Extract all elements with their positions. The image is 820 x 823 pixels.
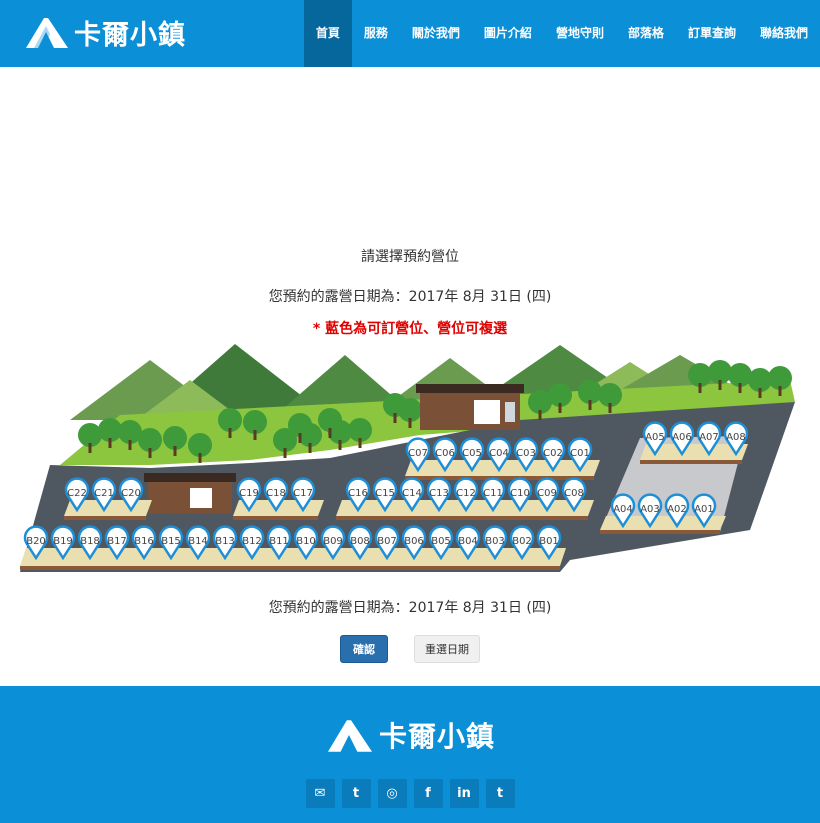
site-label: C20	[121, 488, 141, 499]
booking-date-bottom: 您預約的露營日期為：2017年 8月 31日 (四)	[268, 600, 552, 616]
site-label: B16	[134, 536, 154, 547]
tent-logo-icon	[327, 720, 373, 752]
site-label: C18	[266, 488, 286, 499]
site-label: C06	[435, 448, 455, 459]
site-label: B08	[350, 536, 370, 547]
restroom-building-lower	[144, 473, 236, 514]
social-links: ✉ t ◎ f in t	[0, 779, 820, 808]
footer-logo-text: 卡爾小鎮	[378, 720, 495, 753]
site-label: B19	[53, 536, 73, 547]
nav-about[interactable]: 關於我們	[400, 0, 472, 67]
site-logo[interactable]: 卡爾小鎮	[24, 12, 186, 52]
site-label: C15	[375, 488, 395, 499]
footer-logo[interactable]: 卡爾小鎮	[0, 714, 820, 756]
twitter-icon[interactable]: t	[341, 779, 371, 808]
tent-logo-icon	[26, 18, 68, 48]
action-buttons: 確認 重選日期	[0, 635, 820, 663]
site-label: C03	[516, 448, 536, 459]
confirm-button[interactable]: 確認	[340, 635, 388, 663]
main-menu: 首頁 服務 關於我們 圖片介紹 營地守則 部落格 訂單查詢 聯絡我們	[303, 0, 820, 67]
site-label: A04	[613, 504, 633, 515]
site-label: B10	[296, 536, 316, 547]
dribbble-icon[interactable]: ◎	[377, 779, 407, 808]
nav-orders[interactable]: 訂單查詢	[676, 0, 748, 67]
site-label: A06	[672, 432, 692, 443]
site-label: C19	[239, 488, 259, 499]
site-label: C07	[408, 448, 428, 459]
campsite-map-svg: C07 C06 C05 C04 C03 C02 C01 C22 C21 C20 C19 C18 C17 C…	[20, 344, 795, 572]
footer: 卡爾小鎮 ✉ t ◎ f in t	[0, 686, 820, 823]
nav-services[interactable]: 服務	[352, 0, 400, 67]
site-label: C17	[293, 488, 313, 499]
site-label: C13	[429, 488, 449, 499]
site-label: B12	[242, 536, 262, 547]
site-label: B03	[485, 536, 505, 547]
campsite-map: C07 C06 C05 C04 C03 C02 C01 C22 C21 C20 C19 C18 C17 C…	[0, 340, 820, 580]
top-navbar: 卡爾小鎮 首頁 服務 關於我們 圖片介紹 營地守則 部落格 訂單查詢 聯絡我們	[0, 0, 820, 67]
site-label: B15	[161, 536, 181, 547]
site-label: B05	[431, 536, 451, 547]
page-prompt: 請選擇預約營位	[361, 249, 459, 265]
site-label: B13	[215, 536, 235, 547]
site-label: A07	[699, 432, 719, 443]
site-label: A08	[726, 432, 746, 443]
site-label: C21	[94, 488, 114, 499]
nav-gallery[interactable]: 圖片介紹	[472, 0, 544, 67]
nav-rules[interactable]: 營地守則	[544, 0, 616, 67]
site-label: B17	[107, 536, 127, 547]
site-label: B07	[377, 536, 397, 547]
site-label: C01	[570, 448, 590, 459]
envelope-icon[interactable]: ✉	[305, 779, 335, 808]
site-label: B01	[539, 536, 559, 547]
site-label: C12	[456, 488, 476, 499]
site-label: B09	[323, 536, 343, 547]
site-label: A05	[645, 432, 665, 443]
site-label: A02	[667, 504, 687, 515]
booking-date: 您預約的露營日期為：2017年 8月 31日 (四)	[268, 289, 552, 305]
site-label: A03	[640, 504, 660, 515]
site-label: C14	[402, 488, 422, 499]
site-label: B11	[269, 536, 289, 547]
site-label: B14	[188, 536, 208, 547]
site-label: B02	[512, 536, 532, 547]
facebook-icon[interactable]: f	[413, 779, 443, 808]
restroom-building-upper	[416, 384, 524, 430]
site-label: C11	[483, 488, 503, 499]
site-label: C08	[564, 488, 584, 499]
site-label: C05	[462, 448, 482, 459]
tumblr-icon[interactable]: t	[485, 779, 515, 808]
site-label: B20	[26, 536, 46, 547]
site-label: C22	[67, 488, 87, 499]
site-label: C09	[537, 488, 557, 499]
reset-date-button[interactable]: 重選日期	[414, 635, 480, 663]
availability-note: * 藍色為可訂營位、營位可複選	[312, 321, 508, 337]
site-label: C16	[348, 488, 368, 499]
logo-text: 卡爾小鎮	[74, 19, 186, 51]
site-label: B18	[80, 536, 100, 547]
linkedin-icon[interactable]: in	[449, 779, 479, 808]
nav-contact[interactable]: 聯絡我們	[748, 0, 820, 67]
site-label: A01	[694, 504, 714, 515]
nav-blog[interactable]: 部落格	[616, 0, 676, 67]
nav-home[interactable]: 首頁	[303, 0, 352, 67]
site-label: C02	[543, 448, 563, 459]
site-label: C04	[489, 448, 509, 459]
site-label: C10	[510, 488, 530, 499]
site-label: B04	[458, 536, 478, 547]
site-label: B06	[404, 536, 424, 547]
